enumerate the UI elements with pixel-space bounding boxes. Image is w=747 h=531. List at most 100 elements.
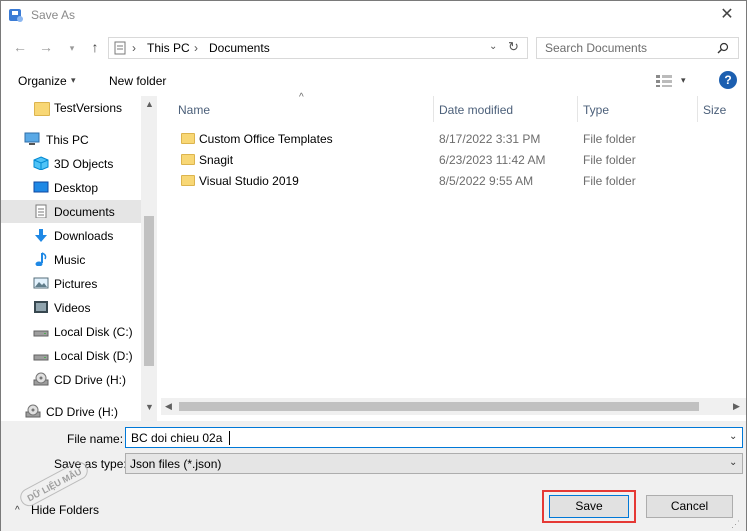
nav-item-cd-drive-h[interactable]: CD Drive (H:): [1, 368, 141, 391]
close-button[interactable]: ✕: [713, 4, 741, 26]
file-name: Snagit: [199, 153, 234, 167]
breadcrumb-separator: ›: [132, 41, 136, 55]
cube-icon: [33, 156, 49, 170]
hide-folders-chevron-icon[interactable]: ^: [15, 505, 20, 516]
nav-item-local-disk-c[interactable]: Local Disk (C:): [1, 320, 141, 343]
column-divider: [577, 96, 578, 122]
scroll-right-arrow-icon[interactable]: ▶: [733, 401, 740, 412]
save-as-type-select[interactable]: Json files (*.json) ⌄: [125, 453, 743, 474]
file-date: 8/17/2022 3:31 PM: [439, 132, 541, 146]
breadcrumb-this-pc[interactable]: This PC: [147, 41, 190, 55]
column-header-name[interactable]: Name: [178, 103, 210, 117]
window-title: Save As: [31, 8, 76, 22]
nav-item-label: This PC: [46, 133, 89, 147]
search-box[interactable]: Search Documents: [536, 37, 739, 59]
save-as-type-chevron-icon[interactable]: ⌄: [729, 457, 737, 468]
help-icon[interactable]: ?: [719, 71, 737, 89]
table-row[interactable]: Snagit 6/23/2023 11:42 AM File folder: [161, 149, 746, 170]
nav-item-label: Music: [54, 253, 86, 267]
document-icon: [35, 204, 47, 218]
address-dropdown-chevron-icon[interactable]: ⌄: [489, 41, 497, 52]
search-input[interactable]: Search Documents: [545, 41, 647, 55]
view-options-chevron-icon[interactable]: ▾: [681, 75, 686, 86]
command-bar: Organize ▾ New folder ▾: [1, 65, 746, 95]
save-as-type-value: Json files (*.json): [130, 457, 222, 471]
table-row[interactable]: Custom Office Templates 8/17/2022 3:31 P…: [161, 128, 746, 149]
document-location-icon: [114, 41, 126, 55]
file-name-label: File name:: [67, 432, 124, 446]
nav-item-label: Local Disk (D:): [54, 349, 133, 363]
nav-item-testversions[interactable]: TestVersions: [1, 96, 141, 119]
file-name-dropdown-chevron-icon[interactable]: ⌄: [729, 431, 737, 442]
save-as-dialog: Save As ✕ ← → ▾ ↑ › This PC › Documents …: [0, 0, 747, 531]
scroll-down-arrow-icon[interactable]: ▼: [145, 402, 154, 412]
nav-item-cd-drive-h-2[interactable]: CD Drive (H:): [1, 400, 141, 421]
column-divider: [433, 96, 434, 122]
music-icon: [35, 252, 47, 266]
search-icon[interactable]: [717, 42, 729, 54]
nav-item-documents[interactable]: Documents: [1, 200, 141, 223]
nav-item-3d-objects[interactable]: 3D Objects: [1, 152, 141, 175]
cancel-button[interactable]: Cancel: [646, 495, 733, 518]
nav-pane-scrollbar[interactable]: ▲ ▼: [141, 96, 157, 421]
cd-icon: [33, 372, 49, 386]
file-name-input[interactable]: BC doi chieu 02a: [131, 431, 222, 445]
nav-item-label: TestVersions: [54, 101, 123, 115]
save-button-highlight: [542, 490, 636, 523]
file-date: 8/5/2022 9:55 AM: [439, 174, 534, 188]
scrollbar-thumb[interactable]: [179, 402, 699, 411]
organize-chevron-icon[interactable]: ▾: [71, 75, 76, 86]
sort-ascending-chevron-icon: ^: [299, 92, 304, 103]
cd-icon: [25, 404, 41, 418]
organize-button[interactable]: Organize: [18, 74, 67, 88]
folder-icon: [181, 175, 195, 186]
nav-item-pictures[interactable]: Pictures: [1, 272, 141, 295]
view-options-icon[interactable]: [656, 75, 672, 87]
file-type: File folder: [583, 153, 636, 167]
nav-item-this-pc[interactable]: This PC: [1, 128, 141, 151]
table-row[interactable]: Visual Studio 2019 8/5/2022 9:55 AM File…: [161, 170, 746, 191]
up-arrow-icon[interactable]: ↑: [85, 39, 105, 55]
back-arrow-icon[interactable]: ←: [10, 39, 30, 55]
refresh-icon[interactable]: ↻: [508, 39, 519, 55]
nav-item-label: Documents: [54, 205, 115, 219]
nav-item-local-disk-d[interactable]: Local Disk (D:): [1, 344, 141, 367]
save-as-app-icon: [9, 9, 23, 22]
nav-item-label: Pictures: [54, 277, 98, 291]
column-header-date-modified[interactable]: Date modified: [439, 103, 513, 117]
folder-icon: [34, 102, 50, 116]
nav-item-desktop[interactable]: Desktop: [1, 176, 141, 199]
hide-folders-button[interactable]: Hide Folders: [31, 503, 99, 517]
nav-item-videos[interactable]: Videos: [1, 296, 141, 319]
address-bar[interactable]: › This PC › Documents ⌄ ↻: [108, 37, 528, 59]
recent-locations-chevron-icon[interactable]: ▾: [62, 43, 82, 54]
resize-grip-icon[interactable]: ⋰: [731, 519, 740, 530]
breadcrumb-separator: ›: [194, 41, 198, 55]
file-name: Custom Office Templates: [199, 132, 333, 146]
scrollbar-thumb[interactable]: [144, 216, 154, 366]
column-divider: [697, 96, 698, 122]
file-type: File folder: [583, 174, 636, 188]
nav-item-label: CD Drive (H:): [46, 405, 118, 419]
file-list: ^ Name Date modified Type Size Custom Of…: [161, 92, 746, 398]
column-header-size[interactable]: Size: [703, 103, 726, 117]
file-type: File folder: [583, 132, 636, 146]
pictures-icon: [33, 277, 49, 289]
new-folder-button[interactable]: New folder: [109, 74, 166, 88]
scroll-left-arrow-icon[interactable]: ◀: [165, 401, 172, 412]
forward-arrow-icon[interactable]: →: [36, 39, 56, 55]
disk-icon: [33, 354, 49, 361]
scroll-up-arrow-icon[interactable]: ▲: [145, 99, 154, 109]
breadcrumb-documents[interactable]: Documents: [209, 41, 270, 55]
file-list-horizontal-scrollbar[interactable]: ◀ ▶: [161, 398, 746, 415]
text-cursor: [229, 431, 230, 445]
nav-item-label: Downloads: [54, 229, 114, 243]
nav-item-label: Videos: [54, 301, 91, 315]
nav-item-downloads[interactable]: Downloads: [1, 224, 141, 247]
column-header-type[interactable]: Type: [583, 103, 609, 117]
file-name: Visual Studio 2019: [199, 174, 299, 188]
nav-item-label: 3D Objects: [54, 157, 114, 171]
navigation-pane: TestVersions This PC 3D Objects Desktop …: [1, 96, 157, 421]
nav-item-music[interactable]: Music: [1, 248, 141, 271]
file-name-field[interactable]: BC doi chieu 02a ⌄: [125, 427, 743, 448]
